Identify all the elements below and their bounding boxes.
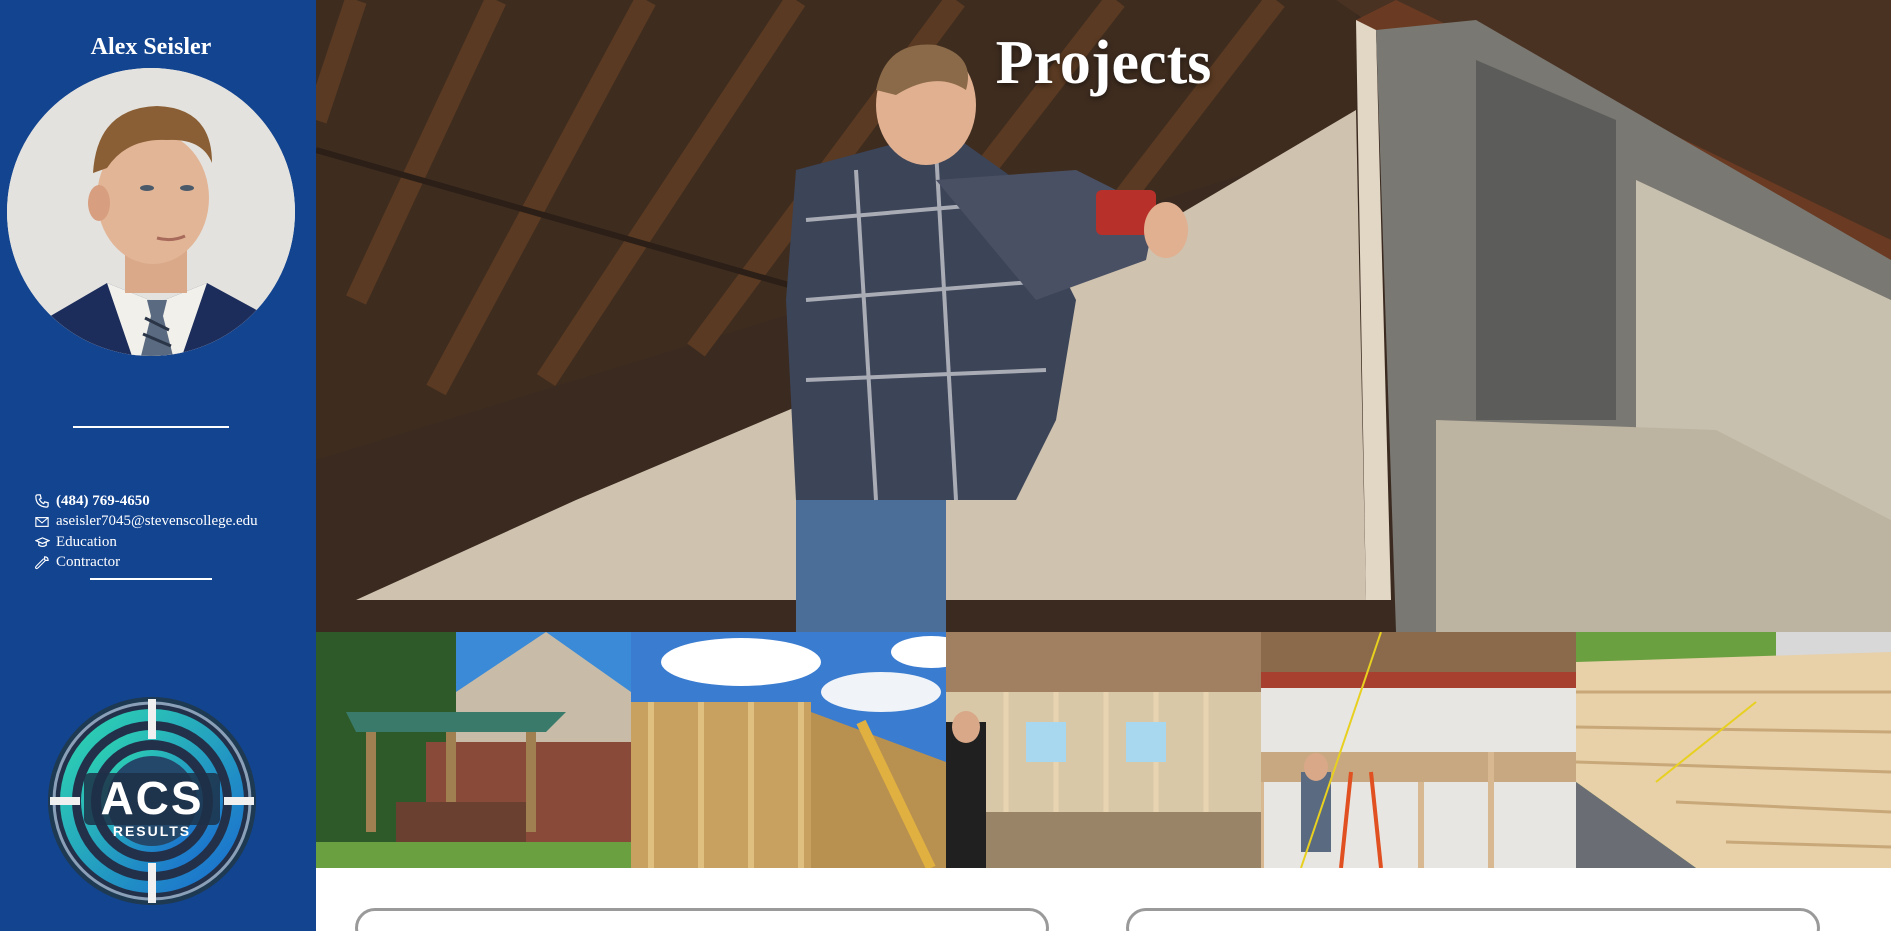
wrench-icon (34, 555, 50, 571)
project-card (355, 908, 1049, 931)
project-card (1126, 908, 1820, 931)
contact-list: (484) 769-4650 aseisler7045@stevenscolle… (34, 491, 258, 573)
acs-results-logo: ACS RESULTS (46, 695, 258, 907)
contact-education-text: Education (56, 533, 117, 550)
contact-phone[interactable]: (484) 769-4650 (34, 491, 258, 512)
project-gallery (316, 632, 1891, 868)
mail-icon (34, 514, 50, 530)
avatar (7, 68, 295, 356)
phone-icon (34, 493, 50, 509)
contact-phone-text: (484) 769-4650 (56, 492, 150, 509)
project-wall-framing-photo[interactable] (631, 632, 946, 868)
contact-contractor[interactable]: Contractor (34, 553, 258, 574)
project-roof-framing-photo[interactable] (1576, 632, 1891, 868)
contact-education[interactable]: Education (34, 532, 258, 553)
contact-email[interactable]: aseisler7045@stevenscollege.edu (34, 512, 258, 533)
sidebar-divider (73, 426, 229, 428)
contact-contractor-text: Contractor (56, 554, 121, 571)
logo-sub-text: RESULTS (112, 823, 192, 839)
page-title: Projects (995, 29, 1212, 97)
project-interior-framing-photo[interactable] (946, 632, 1261, 868)
main-content: Projects (316, 0, 1891, 931)
logo-main-text: ACS (100, 772, 204, 824)
profile-name: Alex Seisler (90, 34, 212, 60)
project-pergola-photo[interactable] (316, 632, 631, 868)
sidebar: Alex Seisler (484) 769-4650 aseisler7045… (0, 0, 316, 931)
contact-email-text: aseisler7045@stevenscollege.edu (56, 513, 258, 530)
graduation-cap-icon (34, 534, 50, 550)
project-ceiling-photo[interactable] (1261, 632, 1576, 868)
hero-banner: Projects (316, 0, 1891, 632)
sidebar-divider-bottom (90, 578, 212, 580)
